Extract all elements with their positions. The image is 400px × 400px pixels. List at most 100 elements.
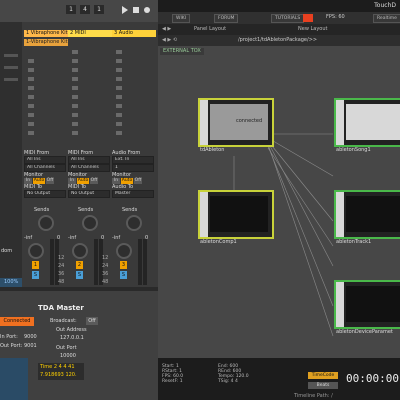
pane-icons[interactable]: ◀ ▶ [162,26,171,33]
clip-slot[interactable] [28,104,34,108]
send-knob[interactable] [82,215,98,231]
play-icon[interactable] [122,6,128,14]
clip-slot[interactable] [116,77,122,81]
node-abletontrack1[interactable] [334,190,400,239]
realtime-toggle[interactable]: Realtime [373,14,400,23]
node-viewer: connected [210,104,268,140]
clip-slot[interactable] [72,131,78,135]
clip-slot[interactable] [28,77,34,81]
clip-slot[interactable] [72,50,78,54]
panel-layout-tab[interactable]: Panel Layout [194,26,226,33]
clip-slot[interactable] [116,59,122,63]
browser-row[interactable] [4,54,18,57]
browser-panel: dom 100% [0,22,22,287]
tutorials-link[interactable]: TUTORIALS [271,14,305,23]
nav-arrows[interactable]: ◀ ▶ ⟲ [162,37,177,44]
volume-value: 0 [101,235,105,241]
clip-slot[interactable] [28,131,34,135]
forum-link[interactable]: FORUM [214,14,239,23]
sixteenth-position[interactable]: 1 [94,5,104,14]
node-viewer [346,196,400,232]
clip-slot[interactable] [116,113,122,117]
io-channel-select[interactable]: All Channels [24,164,66,172]
out-port2-field[interactable]: 10000 [60,353,76,360]
info-value[interactable]: 4 4 [231,379,238,384]
io-from-select[interactable]: Ext. In [112,156,154,164]
new-layout-tab[interactable]: New Layout [298,26,328,33]
io-to-select[interactable]: No Output [24,190,66,198]
monitor-off-button[interactable]: Off [46,178,54,184]
track-header-1[interactable]: 1 Vibraphone Kit [24,30,68,37]
clip-slot[interactable] [116,95,122,99]
clip-slot[interactable] [116,86,122,90]
clip-slot[interactable] [116,104,122,108]
clip-slot[interactable] [72,113,78,117]
clip-slot[interactable] [28,113,34,117]
node-abletondeviceparam[interactable] [334,280,400,329]
clip-slot[interactable] [72,86,78,90]
stop-icon[interactable] [133,7,139,13]
clip-slot[interactable] [72,95,78,99]
broadcast-toggle[interactable]: Off [86,317,98,325]
clip-vibraphone[interactable]: 1-Vibraphone Kit [24,39,68,46]
io-to-select[interactable]: Master [112,190,154,198]
pan-knob[interactable] [72,243,88,259]
clip-slot[interactable] [72,77,78,81]
io-track-2: MIDI From All Ins All Channels Monitor I… [68,150,110,198]
pan-knob[interactable] [116,243,132,259]
timecode-button[interactable]: TimeCode [308,372,338,379]
record-indicator[interactable] [303,14,313,22]
io-from-select[interactable]: All Ins [68,156,110,164]
clip-slot[interactable] [28,86,34,90]
beat-position[interactable]: 4 [80,5,90,14]
out-address-field[interactable]: 127.0.0.1 [60,335,84,342]
record-icon[interactable] [144,7,150,13]
clip-slot[interactable] [72,122,78,126]
track-header-3[interactable]: 3 Audio [112,30,156,37]
io-to-select[interactable]: No Output [68,190,110,198]
clip-slot[interactable] [116,50,122,54]
in-port-field[interactable]: 9000 [24,334,37,341]
beats-button[interactable]: Beats [308,382,338,389]
info-value[interactable]: 1 [180,379,183,384]
browser-row[interactable] [4,66,18,69]
network-editor[interactable]: EXTERNAL TOX connected tdAbleton ableton… [158,46,400,358]
network-path[interactable]: /project1/tdAbletonPackage/>> [238,37,317,44]
browser-row[interactable] [4,78,18,81]
out-port-field[interactable]: 9001 [24,343,37,350]
pan-knob[interactable] [28,243,44,259]
track-number[interactable]: 1 [32,261,39,269]
send-knob[interactable] [38,215,54,231]
io-channel-select[interactable]: 1 [112,164,154,172]
clip-slot[interactable] [72,59,78,63]
io-from-select[interactable]: All Ins [24,156,66,164]
monitor-off-button[interactable]: Off [134,178,142,184]
out-port-label: Out Port: [0,343,23,349]
solo-button[interactable]: S [120,271,127,279]
clip-slot[interactable] [72,68,78,72]
solo-button[interactable]: S [76,271,83,279]
send-knob[interactable] [126,215,142,231]
td-layout-bar: ◀ ▶ Panel Layout New Layout [158,24,400,35]
timeline-col-1: Start: 1 RStart: 1 FPS: 60.0 ResetF: 1 [162,364,216,398]
node-abletonsong1[interactable] [334,98,400,147]
monitor-off-button[interactable]: Off [90,178,98,184]
track-number[interactable]: 3 [120,261,127,269]
clip-slot[interactable] [116,122,122,126]
wiki-link[interactable]: WIKI [172,14,191,23]
node-abletoncomp1[interactable] [198,190,274,239]
clip-slot[interactable] [28,122,34,126]
clip-slot[interactable] [28,68,34,72]
clip-slot[interactable] [116,68,122,72]
track-number[interactable]: 2 [76,261,83,269]
track-header-2[interactable]: 2 MIDI [68,30,112,37]
bar-position[interactable]: 1 [66,5,76,14]
io-channel-select[interactable]: All Channels [68,164,110,172]
clip-slot[interactable] [28,59,34,63]
node-tdableton[interactable]: connected [198,98,274,147]
clip-slot[interactable] [28,95,34,99]
browser-zoom-box[interactable]: 100% [0,278,22,287]
clip-slot[interactable] [72,104,78,108]
solo-button[interactable]: S [32,271,39,279]
clip-slot[interactable] [116,131,122,135]
